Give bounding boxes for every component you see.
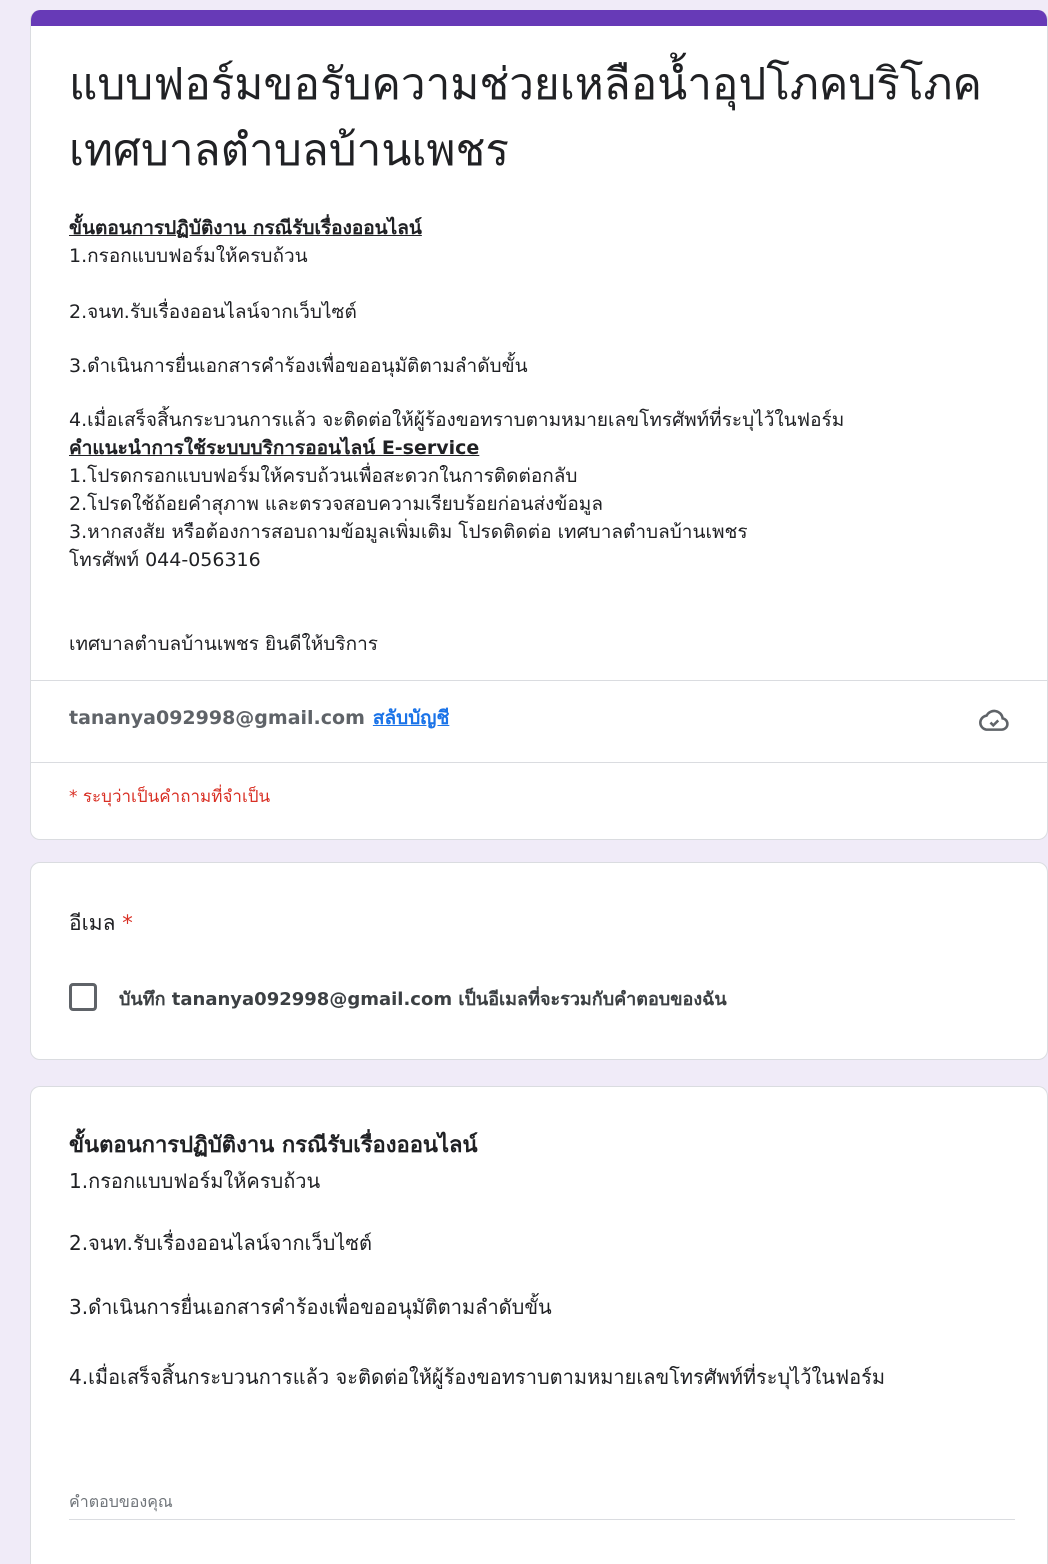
step-2: 2.จนท.รับเรื่องออนไลน์จากเว็บไซต์ [69,298,1029,326]
form-description-steps: ขั้นตอนการปฏิบัติงาน กรณีรับเรื่องออนไลน… [69,214,1029,270]
header-accent-bar [31,10,1047,26]
question-step-1-text: 1.กรอกแบบฟอร์มให้ครบถ้วน [69,1169,321,1193]
steps-heading: ขั้นตอนการปฏิบัติงาน กรณีรับเรื่องออนไลน… [69,217,422,239]
cloud-save-icon[interactable] [977,706,1011,732]
guide-1: 1.โปรดกรอกแบบฟอร์มให้ครบถ้วนเพื่อสะดวกใน… [69,465,578,487]
account-row: tananya092998@gmail.com สลับบัญชี [69,703,449,733]
form-description-guide: 4.เมื่อเสร็จสิ้นกระบวนการแล้ว จะติดต่อให… [69,406,1029,574]
required-star: * [122,911,133,935]
contact-phone: โทรศัพท์ 044-056316 [69,549,261,571]
divider [31,762,1047,763]
email-label: อีเมล * [69,907,133,940]
step-3-text: 3.ดำเนินการยื่นเอกสารคำร้องเพื่อขออนุมัต… [69,355,528,377]
step-3: 3.ดำเนินการยื่นเอกสารคำร้องเพื่อขออนุมัต… [69,352,1029,380]
form-header-card: แบบฟอร์มขอรับความช่วยเหลือน้ำอุปโภคบริโภ… [30,10,1048,840]
form-title: แบบฟอร์มขอรับความช่วยเหลือน้ำอุปโภคบริโภ… [69,59,982,176]
question-step-4: 4.เมื่อเสร็จสิ้นกระบวนการแล้ว จะติดต่อให… [69,1355,999,1399]
divider [31,680,1047,681]
email-label-text: อีเมล [69,911,116,935]
save-email-checkbox-label[interactable]: บันทึก tananya092998@gmail.com เป็นอีเมล… [119,984,727,1013]
answer-input[interactable] [69,1483,1015,1520]
switch-account-link[interactable]: สลับบัญชี [373,707,449,729]
step-4: 4.เมื่อเสร็จสิ้นกระบวนการแล้ว จะติดต่อให… [69,409,845,431]
guide-2: 2.โปรดใช้ถ้อยคำสุภาพ และตรวจสอบความเรียบ… [69,493,603,515]
question-title: ขั้นตอนการปฏิบัติงาน กรณีรับเรื่องออนไลน… [69,1133,478,1158]
question-step-4-text: 4.เมื่อเสร็จสิ้นกระบวนการแล้ว จะติดต่อให… [69,1365,886,1389]
email-question-card: อีเมล * บันทึก tananya092998@gmail.com เ… [30,862,1048,1060]
question-step-2-text: 2.จนท.รับเรื่องออนไลน์จากเว็บไซต์ [69,1231,372,1255]
account-email: tananya092998@gmail.com [69,707,365,729]
question-step-1: 1.กรอกแบบฟอร์มให้ครบถ้วน [69,1167,1029,1195]
question-step-3: 3.ดำเนินการยื่นเอกสารคำร้องเพื่อขออนุมัต… [69,1293,1029,1321]
question-step-3-text: 3.ดำเนินการยื่นเอกสารคำร้องเพื่อขออนุมัต… [69,1295,552,1319]
step-1: 1.กรอกแบบฟอร์มให้ครบถ้วน [69,245,308,267]
question-card: ขั้นตอนการปฏิบัติงาน กรณีรับเรื่องออนไลน… [30,1086,1048,1564]
save-email-checkbox[interactable] [69,983,97,1011]
closing-line: เทศบาลตำบลบ้านเพชร ยินดีให้บริการ [69,630,1029,658]
question-step-2: 2.จนท.รับเรื่องออนไลน์จากเว็บไซต์ [69,1229,1029,1257]
guide-heading: คำแนะนำการใช้ระบบบริการออนไลน์ E-service [69,437,480,459]
required-note: * ระบุว่าเป็นคำถามที่จำเป็น [69,787,271,807]
step-2-text: 2.จนท.รับเรื่องออนไลน์จากเว็บไซต์ [69,301,357,323]
closing-text: เทศบาลตำบลบ้านเพชร ยินดีให้บริการ [69,633,378,655]
guide-3: 3.หากสงสัย หรือต้องการสอบถามข้อมูลเพิ่มเ… [69,521,748,543]
